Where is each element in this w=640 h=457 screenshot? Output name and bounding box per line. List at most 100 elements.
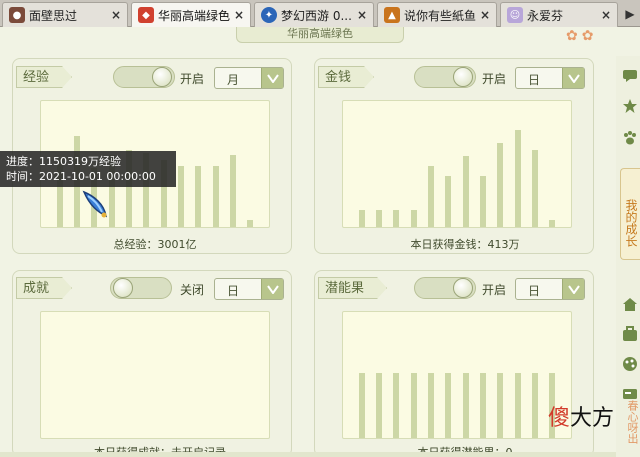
achievement-toggle[interactable] <box>110 277 172 299</box>
potential-bar[interactable] <box>376 373 382 438</box>
money-period-select[interactable]: 日 <box>515 67 585 89</box>
achievement-panel-tag: 成就 <box>16 277 72 299</box>
potential-bar[interactable] <box>445 373 452 438</box>
exp-bar[interactable] <box>178 166 184 227</box>
money-toggle[interactable] <box>414 66 476 88</box>
potential-bar[interactable] <box>410 373 417 438</box>
page-title: 华丽高端绿色 <box>236 27 404 43</box>
exp-tooltip: 进度：1150319万经验 时间：2021-10-01 00:00:00 <box>0 151 176 187</box>
exp-bar[interactable] <box>230 155 236 227</box>
avatar-icon: ● <box>9 7 25 23</box>
tab-0-close-icon[interactable]: × <box>111 8 121 22</box>
potential-toggle-label: 开启 <box>482 283 507 297</box>
money-bar[interactable] <box>410 210 417 227</box>
game-cursor-icon <box>82 190 107 218</box>
exp-total-caption: 总经验：3001亿 <box>113 238 197 251</box>
tab-1[interactable]: ◆ 华丽高端绿色 × <box>131 2 251 27</box>
exp-period-select[interactable]: 月 <box>214 67 284 89</box>
chevron-down-icon <box>562 68 584 88</box>
chat-icon[interactable] <box>622 68 638 84</box>
achievement-toggle-label: 关闭 <box>180 283 205 297</box>
potential-chart <box>342 311 572 439</box>
money-bar[interactable] <box>376 210 382 227</box>
tab-2[interactable]: ✦ 梦幻西游 0... × <box>254 2 374 27</box>
tab-scroll-right-icon[interactable]: ▶ <box>620 2 640 26</box>
exp-panel-tag: 经验 <box>16 66 72 88</box>
tab-4-close-icon[interactable]: × <box>601 8 611 22</box>
exp-toggle-knob <box>152 67 172 87</box>
achievement-period-select[interactable]: 日 <box>214 278 284 300</box>
potential-bar[interactable] <box>358 373 365 438</box>
watermark: 傻大方 <box>548 400 614 432</box>
tab-2-label: 梦幻西游 0... <box>281 8 352 23</box>
tab-4-label: 永爱芬 <box>527 8 564 23</box>
chevron-down-icon <box>261 279 283 299</box>
tab-1-close-icon[interactable]: × <box>234 8 244 22</box>
tab-3-close-icon[interactable]: × <box>480 8 490 22</box>
money-period-value: 日 <box>528 73 541 87</box>
potential-bar[interactable] <box>462 373 469 438</box>
potential-bar[interactable] <box>480 373 486 438</box>
chevron-down-icon <box>261 68 283 88</box>
bottom-strip <box>0 452 616 457</box>
bag-icon[interactable] <box>622 326 638 342</box>
watermark-first-char: 傻 <box>548 406 571 431</box>
money-bar[interactable] <box>514 130 521 227</box>
home-icon[interactable] <box>622 296 638 312</box>
money-bar[interactable] <box>462 156 469 227</box>
exp-toggle-label: 开启 <box>180 72 205 86</box>
shield-icon: ✦ <box>261 7 277 23</box>
my-growth-tab[interactable]: 我的成长 <box>620 168 640 260</box>
exp-bar[interactable] <box>212 166 219 227</box>
money-bar[interactable] <box>393 210 400 227</box>
potential-toggle-knob <box>453 278 473 298</box>
watermark-rest: 大方 <box>570 406 615 431</box>
money-bar[interactable] <box>358 210 365 227</box>
money-toggle-knob <box>453 67 473 87</box>
exp-bar[interactable] <box>247 220 254 227</box>
tab-4[interactable]: ☺ 永爱芬 × <box>500 2 618 27</box>
tab-3-label: 说你有些紙鱼 <box>404 8 476 23</box>
money-bar[interactable] <box>428 166 434 227</box>
exp-toggle[interactable] <box>113 66 175 88</box>
potential-toggle[interactable] <box>414 277 476 299</box>
achievement-chart <box>40 311 270 439</box>
tab-1-label: 华丽高端绿色 <box>158 8 230 23</box>
money-bar[interactable] <box>532 150 538 227</box>
star-icon[interactable] <box>622 98 638 114</box>
money-today-caption: 本日获得金钱：413万 <box>410 238 520 251</box>
achievement-toggle-knob <box>113 278 133 298</box>
exp-bar[interactable] <box>195 166 202 227</box>
money-bar[interactable] <box>549 220 556 227</box>
achievement-period-value: 日 <box>227 284 240 298</box>
palette-icon[interactable] <box>622 356 638 372</box>
browser-tab-strip: ● 面壁思过 × ◆ 华丽高端绿色 × ✦ 梦幻西游 0... × ▲ 说你有些… <box>0 0 640 27</box>
potential-period-value: 日 <box>528 284 541 298</box>
tab-3[interactable]: ▲ 说你有些紙鱼 × <box>377 2 497 27</box>
money-bar[interactable] <box>445 176 452 227</box>
potential-bar[interactable] <box>497 373 504 438</box>
potential-bar[interactable] <box>393 373 400 438</box>
money-chart <box>342 100 572 228</box>
chevron-down-icon <box>562 279 584 299</box>
potential-panel-tag: 潜能果 <box>318 277 387 299</box>
bottom-rail-tab[interactable]: 春心呀出 <box>624 400 640 457</box>
potential-bar[interactable] <box>428 373 434 438</box>
paw-icon[interactable] <box>622 130 638 146</box>
potential-period-select[interactable]: 日 <box>515 278 585 300</box>
tab-2-close-icon[interactable]: × <box>357 8 367 22</box>
money-bar[interactable] <box>480 176 486 227</box>
tooltip-progress: 进度：1150319万经验 <box>6 155 121 168</box>
game-icon: ◆ <box>138 7 154 23</box>
tab-0[interactable]: ● 面壁思过 × <box>2 2 128 27</box>
anime-icon: ☺ <box>507 7 523 23</box>
money-toggle-label: 开启 <box>482 72 507 86</box>
tab-0-label: 面壁思过 <box>29 8 78 23</box>
exp-period-value: 月 <box>227 73 240 87</box>
tooltip-time: 时间：2021-10-01 00:00:00 <box>6 170 156 183</box>
fox-icon: ▲ <box>384 7 400 23</box>
potential-bar[interactable] <box>514 373 521 438</box>
money-panel-tag: 金钱 <box>318 66 374 88</box>
potential-bar[interactable] <box>532 373 538 438</box>
money-bar[interactable] <box>497 143 504 227</box>
